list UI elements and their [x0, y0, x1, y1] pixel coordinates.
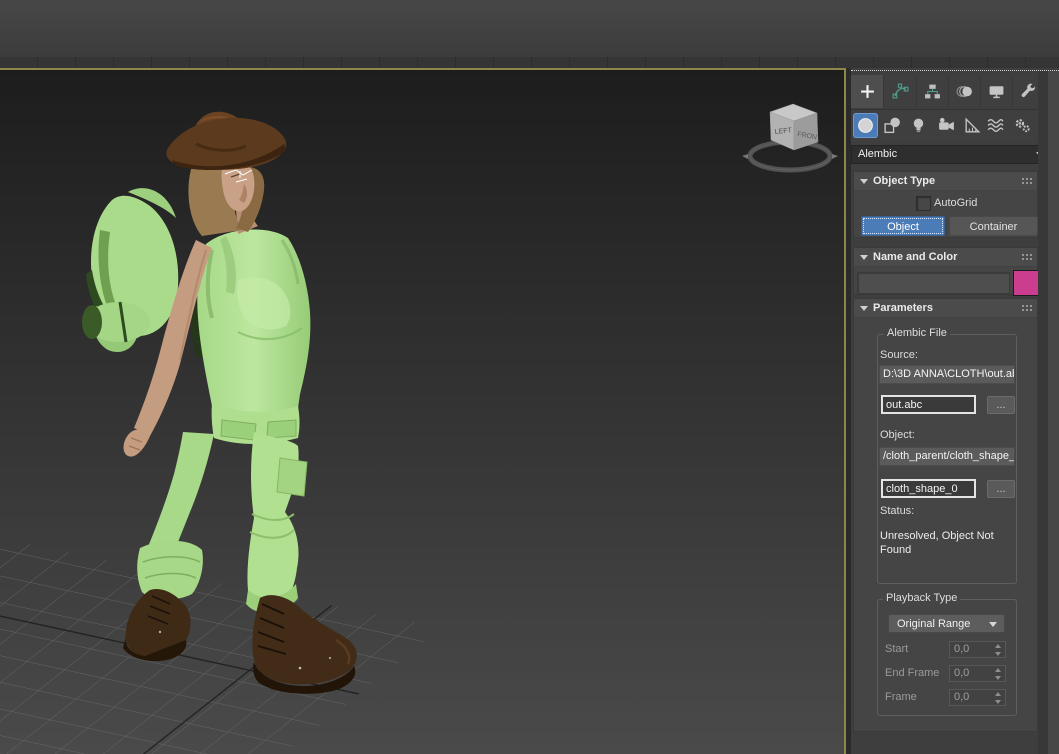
utilities-wrench-icon [1020, 83, 1037, 100]
rollout-collapse-icon [860, 179, 868, 184]
object-button[interactable]: Object [861, 216, 945, 236]
status-label: Status: [880, 505, 914, 517]
viewport-canvas[interactable]: LEFT FRONT [0, 70, 844, 754]
command-panel: Alembic Object Type AutoGrid Object Cont… [851, 70, 1059, 754]
geometry-sphere-icon [856, 116, 875, 135]
tab-display[interactable] [980, 75, 1013, 108]
rollout-collapse-icon [860, 255, 868, 260]
end-frame-spinner[interactable]: 0,0 [949, 665, 1006, 682]
category-systems[interactable] [1010, 113, 1035, 138]
rollout-collapse-icon [860, 306, 868, 311]
rollout-name-color-header[interactable]: Name and Color [854, 248, 1037, 267]
start-value: 0,0 [954, 643, 969, 655]
object-shape-input[interactable] [881, 479, 976, 498]
browse-file-button[interactable]: ... [987, 396, 1015, 414]
object-label: Object: [880, 429, 915, 441]
tab-motion[interactable] [948, 75, 981, 108]
autogrid-checkbox[interactable] [916, 196, 931, 211]
lights-icon [909, 116, 928, 135]
torso-top [197, 229, 310, 413]
toolbar-flyout-strip [0, 57, 1059, 68]
source-label: Source: [880, 349, 918, 361]
rollout-title: Object Type [873, 175, 935, 187]
systems-icon [1013, 116, 1032, 135]
object-class-value: Alembic [858, 148, 897, 160]
rollout-title: Name and Color [873, 251, 957, 263]
create-categories [851, 110, 1045, 141]
rollout-name-and-color: Name and Color [853, 247, 1038, 295]
tab-hierarchy[interactable] [916, 75, 949, 108]
tab-create[interactable] [851, 75, 884, 108]
spinner-arrows-icon[interactable] [994, 691, 1003, 704]
rollout-object-type-header[interactable]: Object Type [854, 172, 1037, 191]
end-frame-value: 0,0 [954, 667, 969, 679]
category-helpers[interactable] [960, 113, 985, 138]
category-geometry[interactable] [853, 113, 878, 138]
tab-modify[interactable] [884, 75, 917, 108]
spinner-arrows-icon[interactable] [994, 667, 1003, 680]
autogrid-label: AutoGrid [934, 197, 977, 209]
modify-icon [892, 83, 909, 100]
panel-right-margin [1048, 71, 1059, 754]
playback-mode-value: Original Range [897, 618, 970, 630]
cameras-icon [937, 116, 956, 135]
playback-type-group-label: Playback Type [883, 592, 960, 604]
category-lights[interactable] [906, 113, 931, 138]
object-color-swatch[interactable] [1013, 270, 1039, 296]
alembic-file-group-label: Alembic File [884, 327, 950, 339]
object-class-dropdown[interactable]: Alembic [851, 145, 1050, 164]
hierarchy-icon [924, 83, 941, 100]
rollout-object-type: Object Type AutoGrid Object Container [853, 171, 1038, 238]
command-panel-tabs [851, 75, 1045, 110]
create-plus-icon [859, 83, 876, 100]
rollout-parameters-header[interactable]: Parameters [854, 299, 1037, 318]
shapes-icon [883, 116, 902, 135]
playback-mode-dropdown[interactable]: Original Range [888, 614, 1005, 633]
display-icon [988, 83, 1005, 100]
panel-scroll-gutter[interactable] [1038, 71, 1048, 754]
source-path-display: D:\3D ANNA\CLOTH\out.ab [879, 365, 1015, 384]
main-toolbar [0, 0, 1059, 68]
rollout-grip-icon[interactable] [1021, 304, 1032, 311]
rollout-parameters: Parameters Alembic File Source: D:\3D AN… [853, 298, 1038, 732]
object-path-display: /cloth_parent/cloth_shape_ [879, 447, 1015, 466]
frame-label: Frame [885, 691, 917, 703]
rollout-grip-icon[interactable] [1021, 253, 1032, 260]
start-spinner[interactable]: 0,0 [949, 641, 1006, 658]
chevron-down-icon [989, 622, 997, 627]
browse-object-button[interactable]: ... [987, 480, 1015, 498]
app-window: LEFT FRONT [0, 0, 1059, 754]
category-shapes[interactable] [880, 113, 905, 138]
frame-spinner[interactable]: 0,0 [949, 689, 1006, 706]
rollout-grip-icon[interactable] [1021, 177, 1032, 184]
container-button[interactable]: Container [949, 216, 1038, 236]
object-name-input[interactable] [857, 272, 1010, 294]
spinner-arrows-icon[interactable] [994, 643, 1003, 656]
helpers-icon [963, 116, 982, 135]
perspective-viewport[interactable]: LEFT FRONT [0, 68, 846, 754]
category-spacewarps[interactable] [983, 113, 1008, 138]
spacewarps-icon [986, 116, 1005, 135]
motion-icon [956, 83, 973, 100]
category-cameras[interactable] [934, 113, 959, 138]
status-value: Unresolved, Object Not Found [880, 529, 1006, 557]
alembic-file-input[interactable] [881, 395, 976, 414]
frame-value: 0,0 [954, 691, 969, 703]
end-frame-label: End Frame [885, 667, 939, 679]
start-label: Start [885, 643, 908, 655]
rollout-title: Parameters [873, 302, 933, 314]
